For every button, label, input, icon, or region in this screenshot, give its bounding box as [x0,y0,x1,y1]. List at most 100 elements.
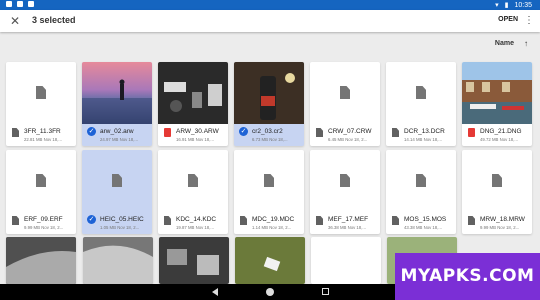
file-name: 3FR_11.3FR [24,128,61,135]
file-info: 3FR_11.3FR 22.81 MB Nov 18,... [6,125,76,146]
file-name: MDC_19.MDC [252,216,295,223]
open-button[interactable]: OPEN [498,16,518,23]
file-card[interactable]: KDC_14.KDC 19.87 MB Nov 18,... [158,150,228,234]
clock: 10:35 [514,1,532,9]
file-thumbnail-placeholder [310,150,380,212]
file-thumbnail-image [158,62,228,124]
file-info: ARW_30.ARW 16.91 MB Nov 18,... [158,125,228,146]
document-icon [340,174,350,187]
file-card[interactable]: ✓ HEIC_05.HEIC 1.05 MB Nov 18, 2... [82,150,152,234]
notification-icon [28,1,34,7]
file-info: CRW_07.CRW 6.45 MB Nov 18, 2... [310,125,380,146]
file-card[interactable]: 3FR_11.3FR 22.81 MB Nov 18,... [6,62,76,146]
file-thumbnail-image [462,62,532,124]
file-card[interactable]: DCR_13.DCR 14.14 MB Nov 18,... [386,62,456,146]
document-file-icon [12,128,19,137]
file-thumbnail-placeholder [6,150,76,212]
file-meta: 43.38 MB Nov 18,... [404,225,442,230]
file-name: DCR_13.DCR [404,128,445,135]
file-meta: 1.14 MB Nov 18, 2... [252,225,292,230]
file-meta: 14.14 MB Nov 18,... [404,137,442,142]
file-card-partial[interactable] [159,237,229,284]
file-meta: 1.05 MB Nov 18, 2... [100,225,140,230]
sort-by-name-button[interactable]: Name [495,40,514,47]
file-name: MOS_15.MOS [404,216,447,223]
file-meta: 19.87 MB Nov 18,... [176,225,214,230]
document-icon [112,174,122,187]
app-bar: ✕ 3 selected OPEN ⋮ [0,10,540,32]
file-card[interactable]: CRW_07.CRW 6.45 MB Nov 18, 2... [310,62,380,146]
file-meta: 6.45 MB Nov 18, 2... [328,137,368,142]
document-file-icon [12,216,19,225]
file-info: DCR_13.DCR 14.14 MB Nov 18,... [386,125,456,146]
file-card[interactable]: ARW_30.ARW 16.91 MB Nov 18,... [158,62,228,146]
file-name: MRW_18.MRW [480,216,525,223]
notification-icon [6,1,12,7]
file-card-partial[interactable] [311,237,381,284]
back-icon[interactable] [212,288,218,296]
file-name: KDC_14.KDC [176,216,217,223]
more-options-icon[interactable]: ⋮ [524,14,534,28]
sort-ascending-icon[interactable]: ↑ [524,39,528,48]
file-meta: 6.73 MB Nov 18,... [252,137,288,142]
document-file-icon [240,216,247,225]
file-card[interactable]: ERF_09.ERF 9.99 MB Nov 18, 2... [6,150,76,234]
wifi-icon: ▾ [495,2,499,9]
document-file-icon [392,216,399,225]
file-thumbnail-placeholder [386,62,456,124]
file-thumbnail-placeholder [310,62,380,124]
document-icon [492,174,502,187]
document-file-icon [164,216,171,225]
file-card[interactable]: ✓ cr2_03.cr2 6.73 MB Nov 18,... [234,62,304,146]
file-info: ✓ arw_02.arw 24.97 MB Nov 18,... [82,125,152,146]
file-meta: 22.81 MB Nov 18,... [24,137,62,142]
document-file-icon [316,216,323,225]
file-info: ✓ cr2_03.cr2 6.73 MB Nov 18,... [234,125,304,146]
file-card-partial[interactable] [6,237,76,284]
notification-icon [17,1,23,7]
document-file-icon [392,128,399,137]
file-card[interactable]: MRW_18.MRW 9.99 MB Nov 18, 2... [462,150,532,234]
file-thumbnail-placeholder [234,150,304,212]
file-thumbnail-placeholder [386,150,456,212]
file-meta: 49.72 MB Nov 18,... [480,137,518,142]
file-name: cr2_03.cr2 [252,128,283,135]
page-title: 3 selected [32,15,76,25]
sort-bar: Name ↑ [0,38,540,52]
document-file-icon [316,128,323,137]
file-name: CRW_07.CRW [328,128,372,135]
file-info: KDC_14.KDC 19.87 MB Nov 18,... [158,213,228,234]
file-card-partial[interactable] [83,237,153,284]
file-info: ERF_09.ERF 9.99 MB Nov 18, 2... [6,213,76,234]
file-thumbnail-placeholder [82,150,152,212]
document-icon [416,86,426,99]
watermark-logo: MYAPKS.COM [395,253,540,300]
file-card[interactable]: MOS_15.MOS 43.38 MB Nov 18,... [386,150,456,234]
file-card-partial[interactable] [235,237,305,284]
file-meta: 16.91 MB Nov 18,... [176,137,214,142]
document-icon [188,174,198,187]
document-file-icon [468,216,475,225]
file-card[interactable]: MEF_17.MEF 36.38 MB Nov 18,... [310,150,380,234]
recents-icon[interactable] [322,288,329,295]
file-info: DNG_21.DNG 49.72 MB Nov 18,... [462,125,532,146]
file-card[interactable]: MDC_19.MDC 1.14 MB Nov 18, 2... [234,150,304,234]
file-meta: 24.97 MB Nov 18,... [100,137,138,142]
document-icon [340,86,350,99]
file-card[interactable]: DNG_21.DNG 49.72 MB Nov 18,... [462,62,532,146]
file-thumbnail-placeholder [158,150,228,212]
file-name: MEF_17.MEF [328,216,369,223]
file-name: HEIC_05.HEIC [100,216,144,223]
file-meta: 9.99 MB Nov 18, 2... [480,225,520,230]
file-meta: 36.38 MB Nov 18,... [328,225,366,230]
file-name: DNG_21.DNG [480,128,522,135]
document-icon [416,174,426,187]
file-card[interactable]: ✓ arw_02.arw 24.97 MB Nov 18,... [82,62,152,146]
file-info: ✓ HEIC_05.HEIC 1.05 MB Nov 18, 2... [82,213,152,234]
file-meta: 9.99 MB Nov 18, 2... [24,225,64,230]
close-icon[interactable]: ✕ [8,14,22,28]
selected-check-icon: ✓ [239,127,248,136]
file-info: MOS_15.MOS 43.38 MB Nov 18,... [386,213,456,234]
image-file-icon [468,128,475,137]
home-icon[interactable] [266,288,274,296]
